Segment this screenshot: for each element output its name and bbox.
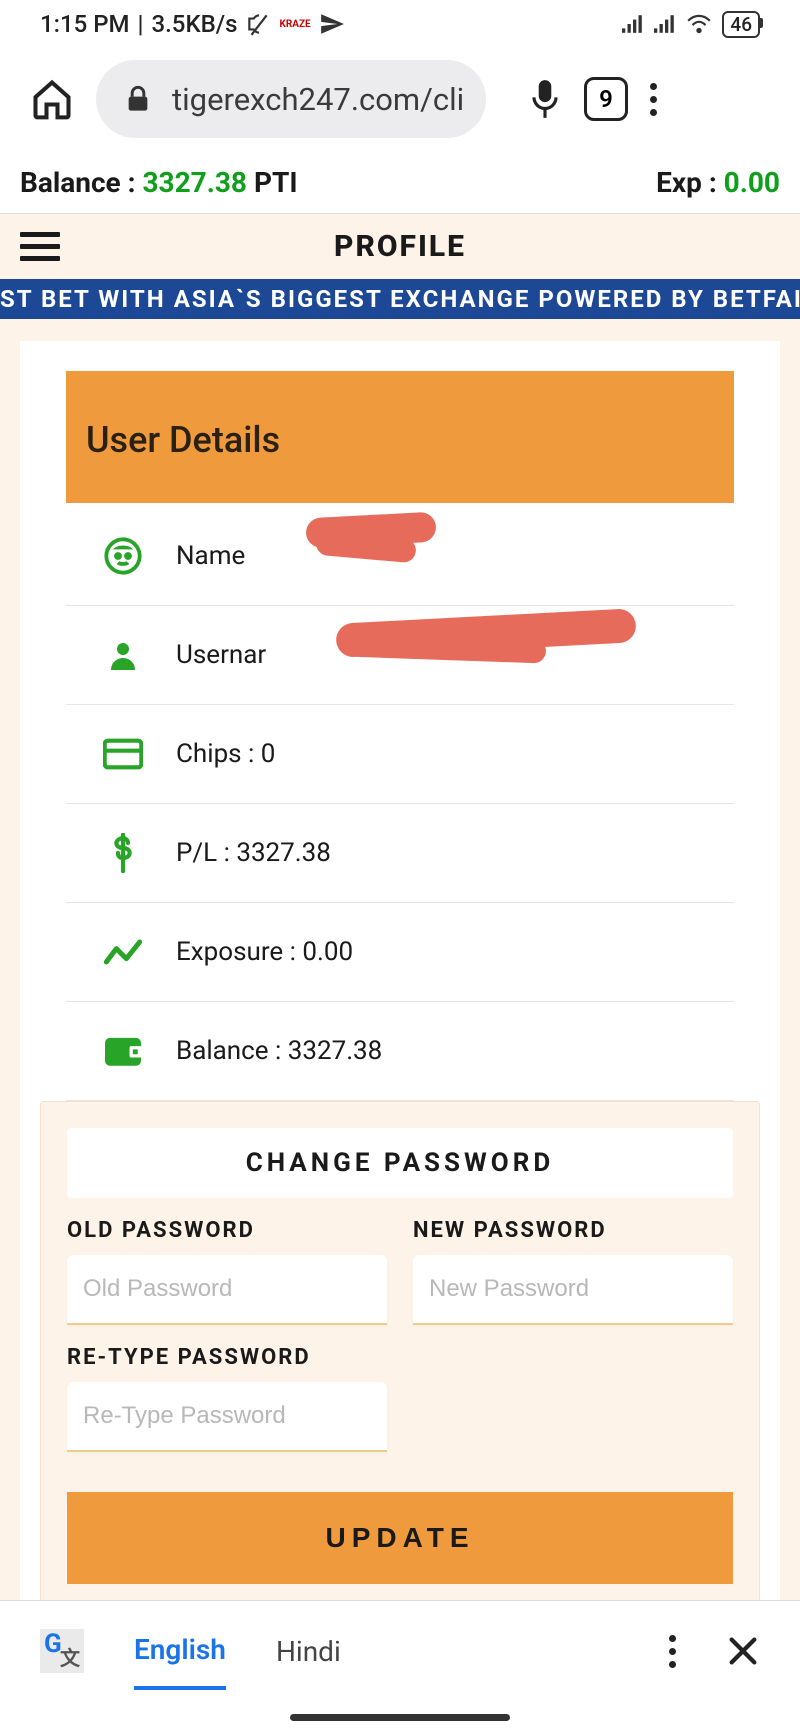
new-password-label: NEW PASSWORD (413, 1218, 733, 1243)
send-icon (319, 11, 345, 37)
row-balance: Balance : 3327.38 (66, 1002, 734, 1101)
menu-icon[interactable] (20, 232, 60, 261)
dollar-icon (100, 830, 146, 876)
translate-menu-icon[interactable] (669, 1635, 676, 1668)
row-exposure: Exposure : 0.00 (66, 903, 734, 1002)
username-label: Usernar (176, 640, 266, 670)
language-hindi[interactable]: Hindi (276, 1635, 341, 1668)
balance-value: 3327.38 (142, 166, 247, 199)
mute-icon (245, 11, 271, 37)
lock-icon (126, 85, 150, 113)
browser-bar: tigerexch247.com/cli 9 (0, 46, 800, 156)
tab-count[interactable]: 9 (584, 77, 628, 121)
url-bar[interactable]: tigerexch247.com/cli (96, 60, 486, 138)
person-icon (100, 632, 146, 678)
row-name: Name (66, 507, 734, 606)
status-bar: 1:15 PM | 3.5KB/s KRAZE 46 (0, 0, 800, 46)
row-pl: P/L : 3327.38 (66, 804, 734, 903)
balance-label: Balance : (20, 166, 136, 199)
old-password-input[interactable] (67, 1255, 387, 1325)
google-translate-icon[interactable]: G文 (40, 1629, 84, 1673)
row-chips: Chips : 0 (66, 705, 734, 804)
row-username: Usernar (66, 606, 734, 705)
signal-icon-1 (622, 15, 644, 33)
trend-icon (100, 929, 146, 975)
balance-unit: PTI (254, 166, 298, 199)
close-icon[interactable] (726, 1634, 760, 1668)
net-speed: 3.5KB/s (152, 10, 238, 38)
wifi-icon (686, 14, 712, 34)
browser-menu-icon[interactable] (650, 83, 657, 116)
status-time: 1:15 PM (40, 10, 130, 38)
banner-title: User Details (86, 419, 714, 461)
old-password-label: OLD PASSWORD (67, 1218, 387, 1243)
exposure-text: Exposure : 0.00 (176, 937, 353, 967)
status-left: 1:15 PM | 3.5KB/s KRAZE (40, 10, 345, 38)
balance-bar: Balance : 3327.38 PTI Exp : 0.00 (0, 156, 800, 214)
face-icon (100, 533, 146, 579)
name-label: Name (176, 541, 245, 571)
exp-label: Exp : (656, 166, 717, 199)
profile-header: PROFILE (0, 214, 800, 279)
nav-handle[interactable] (290, 1714, 510, 1721)
change-password-section: CHANGE PASSWORD OLD PASSWORD NEW PASSWOR… (40, 1101, 760, 1625)
url-text: tigerexch247.com/cli (172, 81, 464, 118)
marquee-banner: ST BET WITH ASIA`S BIGGEST EXCHANGE POWE… (0, 279, 800, 319)
retype-password-label: RE-TYPE PASSWORD (67, 1345, 387, 1370)
status-right: 46 (622, 11, 760, 38)
update-button[interactable]: UPDATE (67, 1492, 733, 1584)
card-icon (100, 731, 146, 777)
balance-text: Balance : 3327.38 (176, 1036, 382, 1066)
main-content: User Details Name Usernar Chips : 0 (0, 319, 800, 1625)
user-details-banner: User Details (66, 371, 734, 503)
change-password-title: CHANGE PASSWORD (67, 1128, 733, 1198)
page-title: PROFILE (0, 229, 800, 264)
new-password-input[interactable] (413, 1255, 733, 1325)
retype-password-input[interactable] (67, 1382, 387, 1452)
exp-value: 0.00 (724, 166, 780, 199)
chips-text: Chips : 0 (176, 739, 275, 769)
signal-icon-2 (654, 15, 676, 33)
user-details-card: User Details Name Usernar Chips : 0 (20, 341, 780, 1625)
battery-icon: 46 (722, 11, 760, 38)
mic-icon[interactable] (528, 77, 562, 121)
pl-text: P/L : 3327.38 (176, 838, 331, 868)
wallet-icon (100, 1028, 146, 1074)
language-english[interactable]: English (134, 1633, 226, 1690)
kraze-badge: KRAZE (279, 19, 310, 30)
home-icon[interactable] (30, 77, 74, 121)
